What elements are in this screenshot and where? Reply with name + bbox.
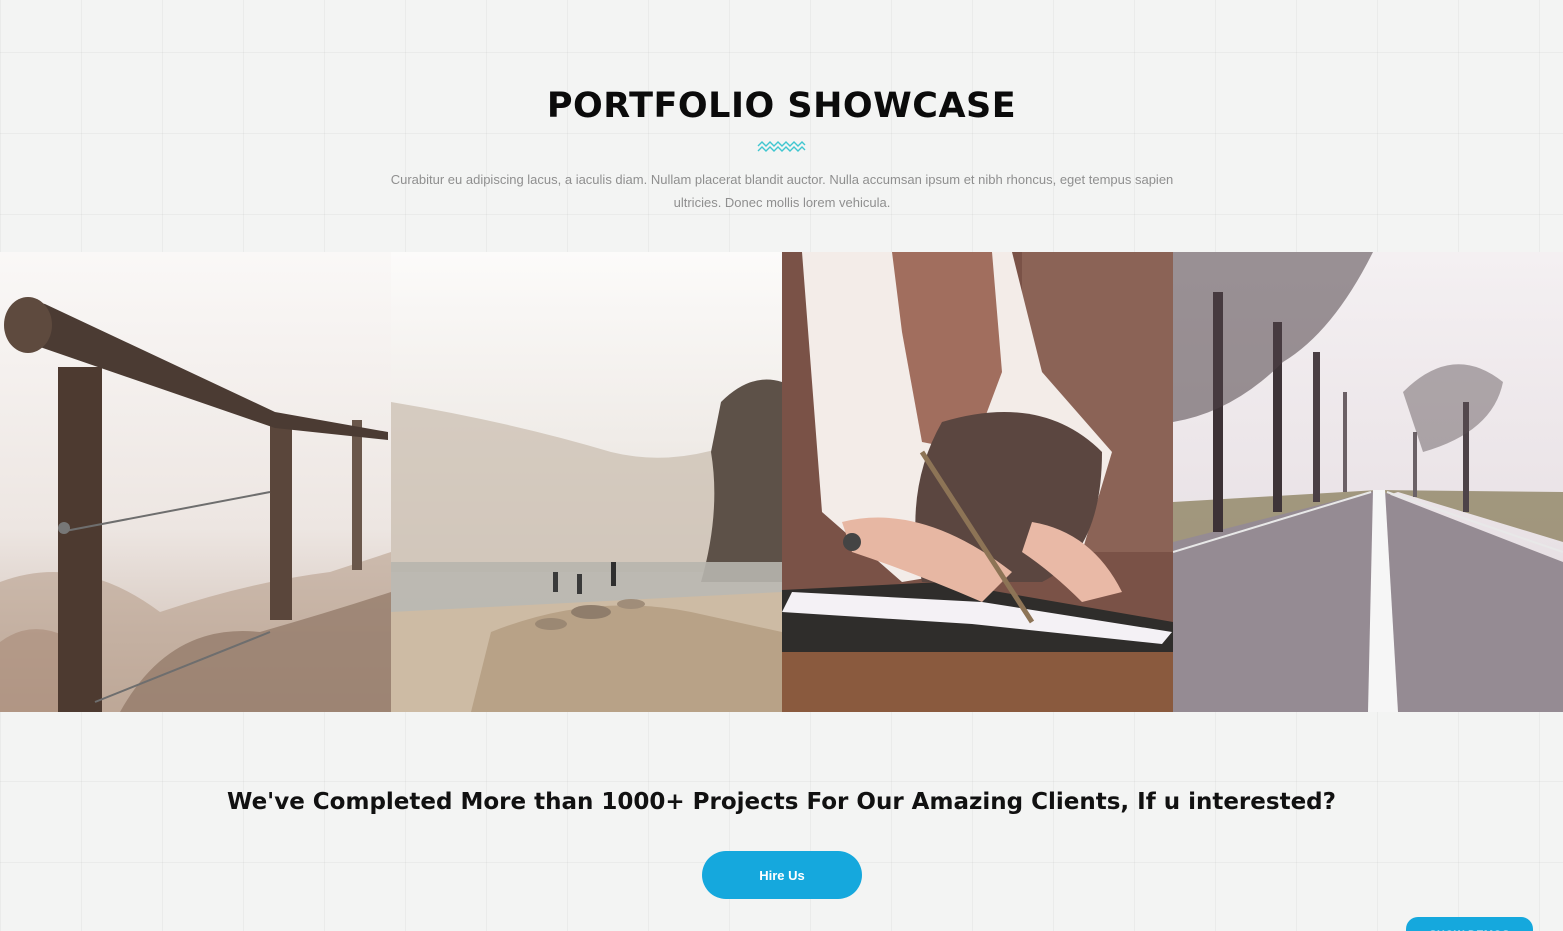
page-title: PORTFOLIO SHOWCASE [546,86,1017,126]
woman-writing-photo [782,252,1173,712]
misty-lake-photo [391,252,782,712]
portfolio-item-writing[interactable] [782,252,1173,712]
portfolio-gallery [0,252,1563,712]
portfolio-item-lake[interactable] [391,252,782,712]
portfolio-item-road[interactable] [1173,252,1563,712]
section-description: Curabitur eu adipiscing lacus, a iaculis… [390,172,1174,210]
cta-headline: We've Completed More than 1000+ Projects… [227,789,1336,815]
hire-us-button[interactable]: Hire Us [702,851,862,899]
tree-lined-road-photo [1173,252,1563,712]
portfolio-header: PORTFOLIO SHOWCASE Curabitur eu adipisci… [0,0,1563,252]
wooden-fence-photo [0,252,391,712]
show-demos-button[interactable]: SHOW DEMOS [1406,917,1533,931]
portfolio-item-fence[interactable] [0,252,391,712]
zigzag-wave-icon [757,141,806,152]
